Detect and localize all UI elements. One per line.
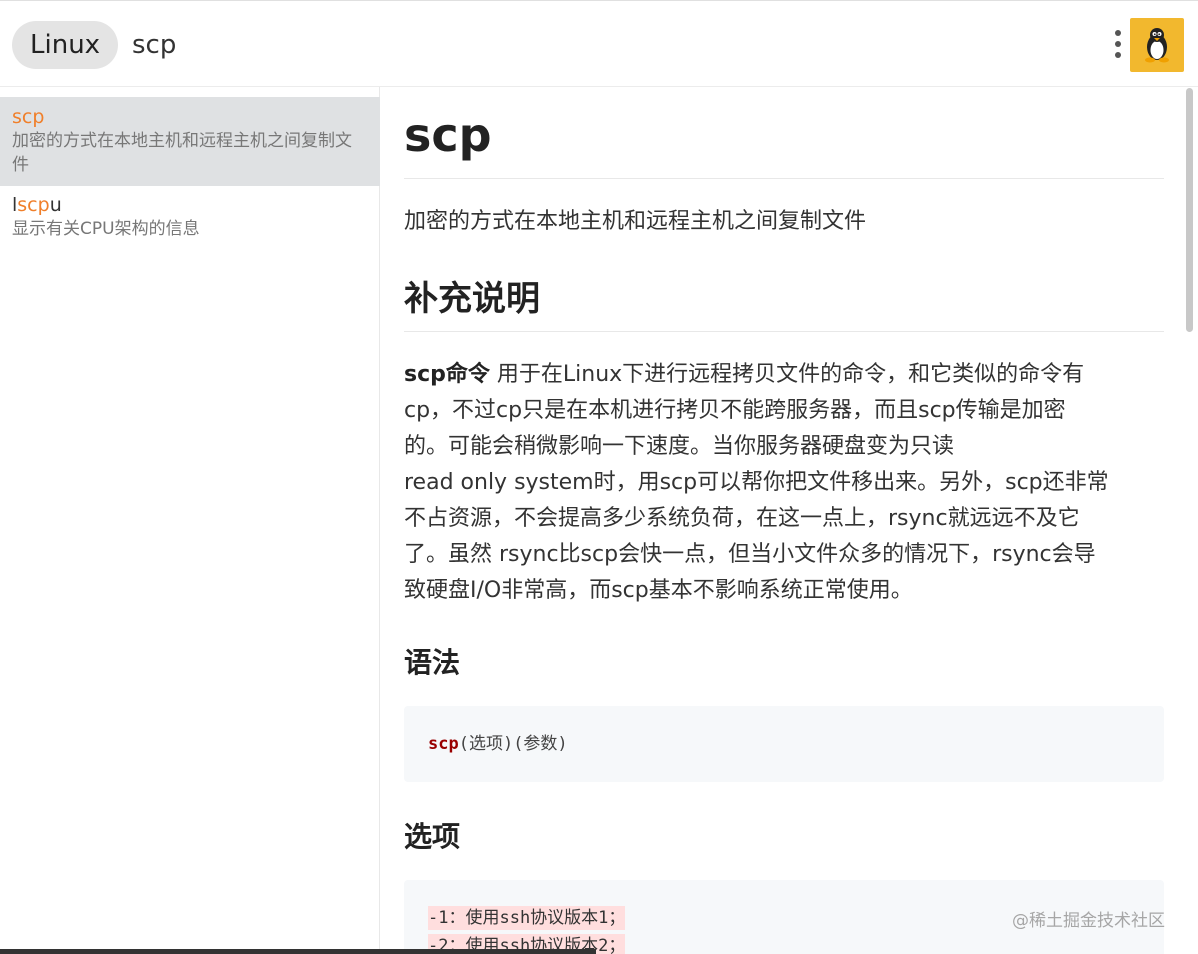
syntax-code-block: scp(选项)(参数) bbox=[404, 706, 1164, 782]
tux-penguin-icon[interactable] bbox=[1130, 18, 1184, 72]
app-header: Linux bbox=[0, 0, 1198, 87]
list-item-description: 显示有关CPU架构的信息 bbox=[12, 219, 200, 239]
section-divider bbox=[404, 331, 1164, 332]
section-heading: 补充说明 bbox=[404, 279, 540, 319]
scrollbar[interactable] bbox=[1186, 88, 1193, 332]
list-item-name: lscpu bbox=[12, 194, 62, 216]
more-vertical-icon[interactable] bbox=[1110, 27, 1126, 63]
list-item-lscpu[interactable]: lscpu 显示有关CPU架构的信息 bbox=[0, 193, 380, 245]
brand-label[interactable]: Linux bbox=[12, 21, 119, 69]
page-title: scp bbox=[404, 108, 492, 162]
syntax-heading: 语法 bbox=[404, 646, 461, 679]
watermark: @稀土掘金技术社区 bbox=[1012, 911, 1165, 931]
list-item-scp[interactable]: scp 加密的方式在本地主机和远程主机之间复制文件 bbox=[0, 97, 380, 186]
option-line: -1：使用ssh协议版本1； bbox=[428, 906, 626, 930]
list-item-description: 加密的方式在本地主机和远程主机之间复制文件 bbox=[12, 131, 352, 175]
command-list: scp 加密的方式在本地主机和远程主机之间复制文件 lscpu 显示有关CPU架… bbox=[0, 87, 380, 954]
search-input[interactable] bbox=[122, 21, 522, 69]
options-heading: 选项 bbox=[404, 820, 461, 853]
bold-term: scp命令 bbox=[404, 362, 490, 387]
list-item-name: scp bbox=[12, 106, 45, 128]
article-lead: 加密的方式在本地主机和远程主机之间复制文件 bbox=[404, 209, 867, 234]
article-pane: scp 加密的方式在本地主机和远程主机之间复制文件 补充说明 scp命令 用于在… bbox=[381, 87, 1198, 954]
bottom-bar bbox=[0, 949, 596, 954]
title-divider bbox=[404, 178, 1164, 179]
description-paragraph: scp命令 用于在Linux下进行远程拷贝文件的命令，和它类似的命令有 cp，不… bbox=[404, 362, 1109, 603]
